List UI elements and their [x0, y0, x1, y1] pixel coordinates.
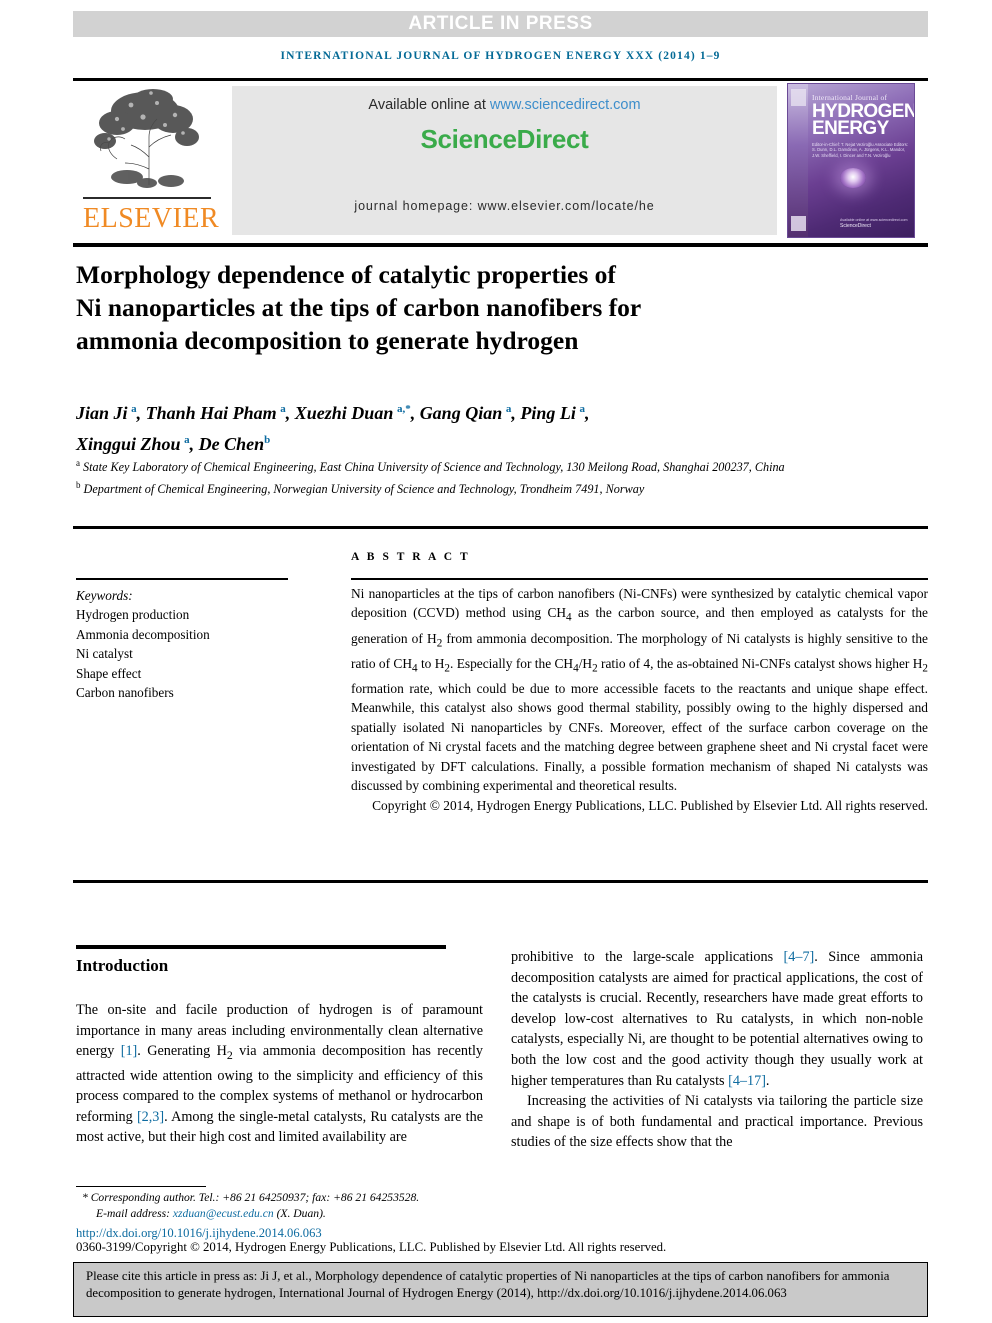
author-affil-marker: a	[280, 403, 286, 415]
corresponding-author-note: * Corresponding author. Tel.: +86 21 642…	[82, 1191, 420, 1204]
author-name: Xuezhi Duan	[294, 403, 394, 423]
journal-homepage-link[interactable]: journal homepage: www.elsevier.com/locat…	[232, 199, 777, 213]
author-affil-marker: a	[131, 403, 137, 415]
article-page: ARTICLE IN PRESS INTERNATIONAL JOURNAL O…	[0, 0, 992, 1323]
title-line-3: ammonia decomposition to generate hydrog…	[76, 326, 579, 355]
available-online-line: Available online at www.sciencedirect.co…	[232, 97, 777, 113]
affiliation-marker: a	[76, 458, 80, 468]
keywords-heading: Keywords:	[76, 588, 133, 603]
cite-this-article-text: Please cite this article in press as: Ji…	[86, 1269, 890, 1300]
abstract-block: Ni nanoparticles at the tips of carbon n…	[351, 584, 928, 815]
author-affil-marker-corresponding: a,*	[396, 403, 411, 415]
cover-left-strip	[788, 84, 808, 237]
author-name: Gang Qian	[419, 403, 503, 423]
elsevier-tree-icon	[94, 89, 199, 188]
author-list: Jian Ji a, Thanh Hai Pham a, Xuezhi Duan…	[76, 403, 590, 454]
affiliation-text: Department of Chemical Engineering, Norw…	[83, 481, 645, 496]
elsevier-wordmark: ELSEVIER	[83, 203, 220, 234]
affiliation-item: b Department of Chemical Engineering, No…	[76, 477, 876, 499]
email-address-suffix: (X. Duan).	[273, 1207, 326, 1221]
article-in-press-banner: ARTICLE IN PRESS	[73, 11, 928, 37]
sciencedirect-banner: Available online at www.sciencedirect.co…	[232, 86, 777, 235]
header-rule-top	[73, 78, 928, 81]
keyword-item: Ni catalyst	[76, 646, 133, 662]
abstract-section-rule-bottom	[73, 880, 928, 883]
author-name: Thanh Hai Pham	[145, 403, 277, 423]
journal-running-head: INTERNATIONAL JOURNAL OF HYDROGEN ENERGY…	[280, 50, 721, 62]
email-address-label: E-mail address:	[96, 1207, 173, 1221]
cover-iahe-top-icon	[791, 89, 806, 106]
email-address-line: E-mail address: xzduan@ecust.edu.cn (X. …	[76, 1206, 496, 1222]
sciencedirect-wordmark: ScienceDirect	[420, 124, 589, 154]
author-name: Ping Li	[520, 403, 576, 423]
cite-this-article-box: Please cite this article in press as: Ji…	[73, 1262, 928, 1317]
abstract-copyright: Copyright © 2014, Hydrogen Energy Public…	[372, 797, 928, 813]
keyword-item: Carbon nanofibers	[76, 685, 174, 701]
masthead-rule-bottom	[73, 243, 928, 247]
footnote-block: * Corresponding author. Tel.: +86 21 642…	[76, 1190, 496, 1222]
keyword-item: Shape effect	[76, 665, 142, 681]
abstract-section-rule-top	[73, 526, 928, 529]
author-name: De Chen	[198, 434, 265, 454]
keyword-item: Hydrogen production	[76, 607, 190, 623]
issn-copyright-line: 0360-3199/Copyright © 2014, Hydrogen Ene…	[76, 1240, 667, 1254]
abstract-rule	[351, 578, 928, 580]
author-name: Xinggui Zhou	[76, 434, 181, 454]
affiliation-marker: b	[76, 479, 81, 490]
cover-iahe-bottom-icon	[791, 216, 806, 231]
sciencedirect-url-link[interactable]: www.sciencedirect.com	[490, 97, 641, 113]
doi-link[interactable]: http://dx.doi.org/10.1016/j.ijhydene.201…	[76, 1226, 322, 1241]
keywords-block: Keywords: Hydrogen production Ammonia de…	[76, 586, 306, 702]
elsevier-logo-underline	[83, 197, 211, 199]
journal-cover-thumbnail: International Journal of HYDROGEN ENERGY…	[787, 83, 915, 238]
cover-editors-text: Editor-in-Chief: T. Nejat Veziroğlu Asso…	[812, 142, 909, 158]
available-online-label: Available online at	[368, 97, 490, 113]
author-affil-marker: a	[579, 403, 585, 415]
introduction-paragraph-left: The on-site and facile production of hyd…	[76, 1002, 483, 1146]
cover-sciencedirect-mark: Available online at www.sciencedirect.co…	[840, 218, 907, 229]
masthead: ELSEVIER Available online at www.science…	[73, 83, 928, 238]
introduction-paragraph-right-2: Increasing the activities of Ni catalyst…	[511, 1093, 923, 1151]
body-column-left: The on-site and facile production of hyd…	[76, 1000, 483, 1148]
introduction-heading: Introduction	[76, 956, 169, 975]
footnote-rule	[76, 1186, 206, 1188]
affiliation-text: State Key Laboratory of Chemical Enginee…	[83, 460, 785, 475]
title-line-2: Ni nanoparticles at the tips of carbon n…	[76, 293, 642, 322]
affiliation-item: a State Key Laboratory of Chemical Engin…	[76, 455, 876, 477]
abstract-heading: A B S T R A C T	[351, 551, 471, 563]
author-affil-marker: b	[264, 434, 271, 446]
introduction-paragraph-right-1: prohibitive to the large-scale applicati…	[511, 949, 923, 1089]
email-address-link[interactable]: xzduan@ecust.edu.cn	[173, 1207, 274, 1220]
introduction-rule	[76, 945, 446, 949]
cover-title-line2: ENERGY	[812, 118, 889, 139]
author-name: Jian Ji	[76, 403, 128, 423]
cover-journal-title: HYDROGEN ENERGY	[812, 102, 914, 139]
keyword-item: Ammonia decomposition	[76, 626, 210, 642]
elsevier-logo: ELSEVIER	[77, 85, 220, 237]
affiliation-list: a State Key Laboratory of Chemical Engin…	[76, 455, 876, 498]
keywords-rule	[76, 578, 288, 580]
cover-sd-availability: Available online at www.sciencedirect.co…	[840, 218, 908, 222]
cover-orb-graphic	[840, 168, 866, 188]
article-in-press-label: ARTICLE IN PRESS	[408, 13, 593, 34]
page-title: Morphology dependence of catalytic prope…	[76, 258, 796, 357]
title-line-1: Morphology dependence of catalytic prope…	[76, 260, 616, 289]
author-affil-marker: a	[505, 403, 512, 415]
author-affil-marker: a	[184, 434, 190, 446]
body-column-right: prohibitive to the large-scale applicati…	[511, 947, 923, 1153]
cover-sd-name: ScienceDirect	[840, 223, 871, 229]
abstract-body: Ni nanoparticles at the tips of carbon n…	[351, 586, 928, 794]
